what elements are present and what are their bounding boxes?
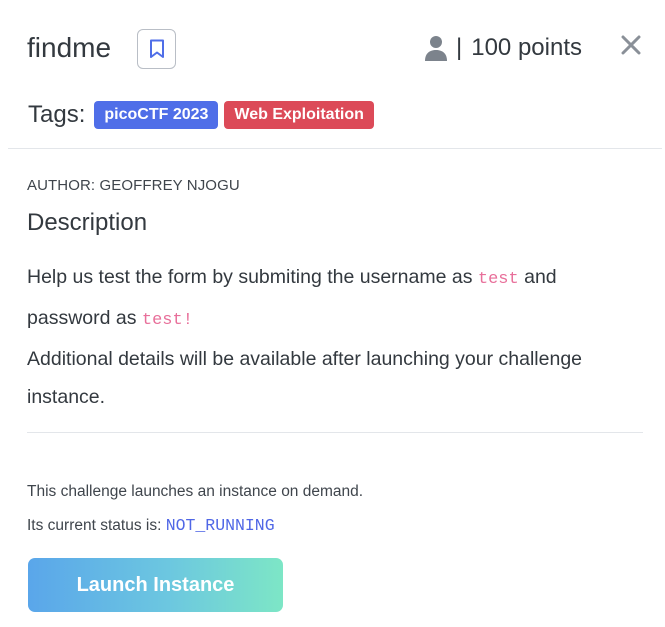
description-body: Help us test the form by submiting the u…: [27, 258, 637, 416]
description-line-1: Help us test the form by submiting the u…: [27, 258, 637, 299]
points-separator: |: [456, 34, 463, 61]
instance-status-line: Its current status is: NOT_RUNNING: [27, 516, 275, 535]
challenge-header: findme | 100 points Tags: picoCTF 2023 W…: [0, 0, 665, 148]
bookmark-button[interactable]: [137, 29, 176, 69]
username-code: test: [477, 270, 519, 289]
author-line: AUTHOR: GEOFFREY NJOGU: [27, 177, 240, 194]
description-text: Help us test the form by submiting the u…: [27, 266, 478, 288]
description-text: and: [518, 266, 557, 288]
tag-picoctf-2023[interactable]: picoCTF 2023: [94, 101, 219, 129]
description-heading: Description: [27, 209, 148, 236]
points-display: | 100 points: [424, 30, 582, 66]
challenge-title: findme: [27, 32, 112, 63]
header-divider: [8, 148, 662, 149]
launch-instance-button[interactable]: Launch Instance: [28, 558, 283, 612]
status-value: NOT_RUNNING: [165, 516, 275, 535]
description-line-2: password as test!: [27, 299, 637, 340]
description-line-3: Additional details will be available aft…: [27, 348, 583, 408]
status-prefix: Its current status is:: [27, 517, 166, 534]
description-text: password as: [27, 307, 142, 329]
section-divider: [27, 432, 643, 433]
tag-web-exploitation[interactable]: Web Exploitation: [224, 101, 374, 129]
close-icon: [621, 35, 641, 55]
points-value: 100 points: [471, 34, 582, 61]
tags-label: Tags:: [28, 101, 86, 128]
password-code: test!: [141, 311, 193, 330]
tags-row: Tags: picoCTF 2023 Web Exploitation: [28, 100, 380, 130]
instance-note: This challenge launches an instance on d…: [27, 483, 364, 500]
bookmark-icon: [149, 39, 165, 59]
close-button[interactable]: [619, 33, 643, 57]
user-icon: [424, 34, 448, 62]
